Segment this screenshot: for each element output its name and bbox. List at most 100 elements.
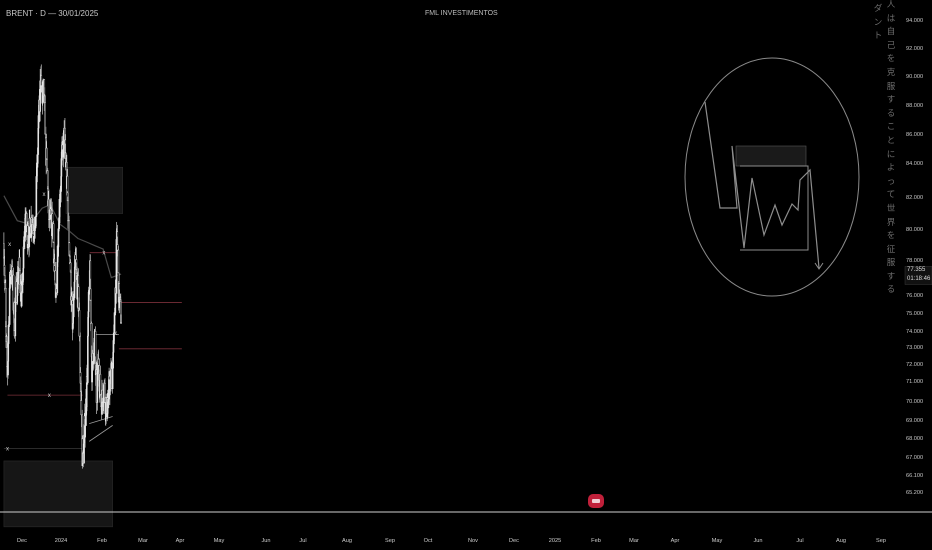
time-tick-label: Oct bbox=[424, 538, 433, 544]
time-tick-label: Feb bbox=[591, 538, 601, 544]
candle-body bbox=[52, 223, 55, 243]
price-tick-label: 88.000 bbox=[906, 103, 923, 109]
price-tick-label: 70.000 bbox=[906, 399, 923, 405]
time-tick-label: May bbox=[214, 538, 225, 544]
time-tick-label: 2025 bbox=[549, 538, 561, 544]
candle-body bbox=[59, 191, 62, 200]
candle-body bbox=[40, 75, 43, 86]
price-tick-label: 90.000 bbox=[906, 74, 923, 80]
watermark-title: FML INVESTIMENTOS bbox=[425, 10, 498, 17]
candle-body bbox=[87, 292, 90, 312]
candle-body bbox=[30, 224, 33, 230]
price-tick-label: 76.000 bbox=[906, 293, 923, 299]
candle-body bbox=[72, 297, 75, 318]
price-tick-label: 78.000 bbox=[906, 258, 923, 264]
candle-body bbox=[88, 290, 90, 293]
price-tick-label: 66.100 bbox=[906, 473, 923, 479]
price-chart[interactable]: x x x x x x 94.000 92.000 90.000 88.000 86.000 84.… bbox=[0, 0, 932, 550]
candle-body bbox=[34, 216, 37, 229]
candle-body bbox=[70, 296, 73, 301]
candle-body bbox=[66, 175, 69, 194]
price-tick-label: 80.000 bbox=[906, 227, 923, 233]
last-price-label: 77.355 bbox=[907, 267, 926, 273]
candle-body bbox=[117, 249, 120, 274]
candle-body bbox=[23, 236, 25, 248]
time-tick-label: Jun bbox=[261, 538, 270, 544]
time-tick-label: Sep bbox=[876, 538, 886, 544]
candle-body bbox=[53, 265, 56, 272]
candle-body bbox=[45, 147, 48, 160]
candle-body bbox=[84, 425, 86, 438]
candle-body bbox=[106, 401, 109, 414]
candle-body bbox=[80, 400, 83, 416]
supply-demand-zones bbox=[3, 166, 124, 528]
candle-body bbox=[87, 335, 89, 383]
candle-body bbox=[21, 281, 23, 292]
candle-body bbox=[67, 200, 69, 222]
candle-body bbox=[73, 266, 76, 283]
candle-body bbox=[90, 300, 92, 324]
replay-icon bbox=[592, 499, 600, 503]
candle-body bbox=[69, 256, 71, 263]
candle-body bbox=[58, 222, 61, 229]
x-marker: x bbox=[6, 447, 9, 453]
projection-box bbox=[735, 145, 807, 167]
candle-body bbox=[17, 272, 20, 279]
candle-body bbox=[107, 398, 109, 403]
projection-drawing[interactable] bbox=[684, 57, 860, 297]
horizontal-levels bbox=[3, 252, 182, 449]
price-tick-label: 86.000 bbox=[906, 132, 923, 138]
price-tick-label: 92.000 bbox=[906, 46, 923, 52]
candle-body bbox=[116, 244, 119, 251]
price-tick-label: 94.000 bbox=[906, 18, 923, 24]
time-tick-label: Dec bbox=[17, 538, 27, 544]
zone-rect bbox=[3, 460, 113, 528]
candle-body bbox=[120, 322, 122, 324]
time-tick-label: Mar bbox=[629, 538, 639, 544]
channel-line bbox=[88, 425, 113, 442]
time-tick-label: Jun bbox=[753, 538, 762, 544]
x-marker: x bbox=[102, 251, 105, 257]
time-tick-label: 2024 bbox=[55, 538, 67, 544]
price-tick-label: 65.200 bbox=[906, 490, 923, 496]
channel-line bbox=[89, 416, 113, 424]
candle-body bbox=[79, 335, 82, 373]
candle-body bbox=[78, 310, 81, 337]
time-tick-label: Apr bbox=[671, 538, 680, 544]
time-tick-label: Feb bbox=[97, 538, 107, 544]
candle-body bbox=[4, 282, 6, 289]
price-axis[interactable]: 94.000 92.000 90.000 88.000 86.000 84.000 82.0… bbox=[904, 18, 932, 496]
candle-body bbox=[44, 102, 46, 135]
candle-body bbox=[91, 353, 94, 362]
price-tick-label: 71.000 bbox=[906, 379, 923, 385]
candle-body bbox=[36, 154, 39, 168]
time-tick-label: Aug bbox=[342, 538, 352, 544]
candle-body bbox=[74, 254, 77, 260]
candle-body bbox=[99, 374, 102, 395]
time-tick-label: Jul bbox=[796, 538, 803, 544]
candle-body bbox=[46, 159, 48, 171]
price-tick-label: 74.000 bbox=[906, 329, 923, 335]
replay-badge[interactable] bbox=[588, 494, 604, 508]
projection-circle[interactable] bbox=[684, 57, 860, 297]
price-tick-label: 68.000 bbox=[906, 436, 923, 442]
vertical-author: ダント bbox=[873, 4, 883, 42]
candlesticks bbox=[3, 64, 122, 469]
candle-body bbox=[101, 389, 104, 399]
price-tick-label: 69.000 bbox=[906, 418, 923, 424]
candle-body bbox=[57, 228, 60, 248]
vertical-quote: 人は自己を克服することによって世界を征服する bbox=[886, 0, 896, 296]
time-axis[interactable]: Dec 2024 Feb Mar Apr May Jun Jul Aug Sep Oct Nov Dec… bbox=[17, 538, 886, 544]
x-marker: x bbox=[48, 393, 51, 399]
candle-body bbox=[97, 358, 100, 366]
countdown-label: 01:18:46 bbox=[907, 276, 931, 282]
candle-body bbox=[28, 218, 31, 227]
symbol-title: BRENT · D — 30/01/2025 bbox=[6, 9, 99, 18]
price-tick-label: 82.000 bbox=[906, 195, 923, 201]
price-tick-label: 75.000 bbox=[906, 311, 923, 317]
time-tick-label: Apr bbox=[176, 538, 185, 544]
annotation-markers: x x x x x x bbox=[6, 192, 117, 453]
zone-rect bbox=[65, 166, 124, 214]
price-tick-label: 84.000 bbox=[906, 161, 923, 167]
candle-body bbox=[81, 414, 83, 440]
